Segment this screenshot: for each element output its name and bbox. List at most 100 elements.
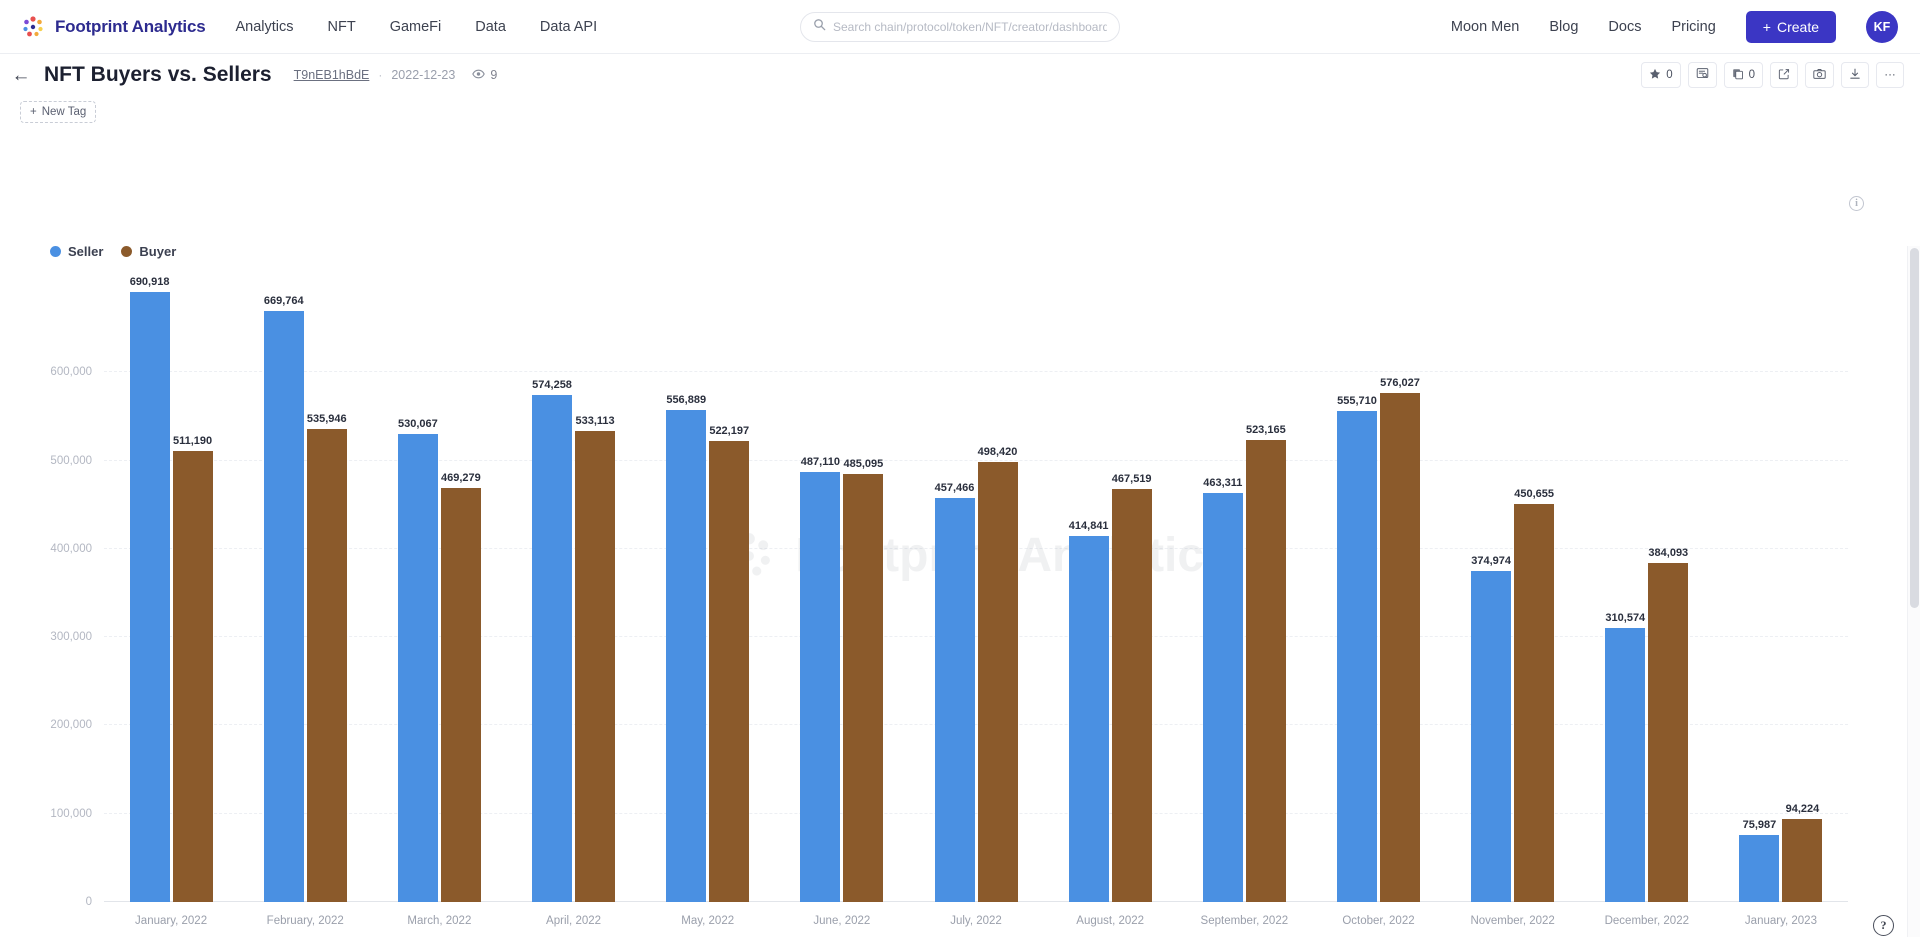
bar-buyer[interactable]: 450,655 (1514, 284, 1555, 902)
bar-rect[interactable]: 467,519 (1111, 473, 1152, 902)
bar-buyer[interactable]: 576,027 (1379, 284, 1420, 902)
bar-seller[interactable]: 487,110 (800, 284, 841, 902)
bar-buyer[interactable]: 498,420 (977, 284, 1018, 902)
nav-link-blog[interactable]: Blog (1549, 19, 1578, 35)
bar-rect[interactable]: 555,710 (1336, 395, 1377, 902)
bar-seller[interactable]: 414,841 (1068, 284, 1109, 902)
nav-link-gamefi[interactable]: GameFi (390, 19, 442, 35)
star-button[interactable]: 0 (1641, 62, 1681, 88)
brand-logo[interactable]: Footprint Analytics (20, 14, 206, 40)
bar-group[interactable]: 414,841 467,519 August, 2022 (1043, 284, 1177, 927)
bar-rect[interactable]: 523,165 (1245, 424, 1286, 902)
info-icon[interactable]: i (1849, 196, 1864, 211)
report-button[interactable] (1687, 62, 1717, 88)
bar-seller[interactable]: 310,574 (1605, 284, 1646, 902)
bar-buyer[interactable]: 511,190 (172, 284, 213, 902)
bar-value-label: 556,889 (666, 394, 707, 407)
nav-link-pricing[interactable]: Pricing (1671, 19, 1715, 35)
back-arrow-icon[interactable]: ← (10, 66, 32, 85)
bar-rect[interactable]: 384,093 (1648, 547, 1689, 902)
y-axis-tick: 300,000 (50, 631, 92, 644)
scroll-thumb[interactable] (1910, 248, 1919, 608)
chart-panel: i Seller Buyer Footprint Analytics 0100,… (0, 134, 1920, 937)
bar-buyer[interactable]: 522,197 (709, 284, 750, 902)
bar-group[interactable]: 457,466 498,420 July, 2022 (909, 284, 1043, 927)
author-link[interactable]: T9nEB1hBdE (294, 68, 370, 82)
bar-rect[interactable]: 535,946 (306, 413, 347, 902)
bar-buyer[interactable]: 469,279 (440, 284, 481, 902)
bar-seller[interactable]: 374,974 (1471, 284, 1512, 902)
avatar[interactable]: KF (1866, 10, 1898, 43)
bar-group[interactable]: 463,311 523,165 September, 2022 (1177, 284, 1311, 927)
bar-group[interactable]: 75,987 94,224 January, 2023 (1714, 284, 1848, 927)
tag-row: + New Tag (0, 96, 1920, 128)
bar-rect[interactable]: 457,466 (934, 482, 975, 902)
help-button[interactable]: ? (1873, 915, 1894, 936)
x-axis-label: March, 2022 (407, 915, 472, 927)
bar-group[interactable]: 310,574 384,093 December, 2022 (1580, 284, 1714, 927)
more-button[interactable]: ··· (1876, 62, 1904, 88)
create-button[interactable]: + Create (1745, 10, 1836, 43)
global-search[interactable] (800, 11, 1120, 42)
bar-rect[interactable]: 485,095 (843, 458, 884, 902)
bar-group[interactable]: 555,710 576,027 October, 2022 (1311, 284, 1445, 927)
bar-rect[interactable]: 530,067 (397, 418, 438, 902)
nav-link-docs[interactable]: Docs (1608, 19, 1641, 35)
bar-rect[interactable]: 556,889 (666, 394, 707, 902)
bar-buyer[interactable]: 533,113 (575, 284, 616, 902)
bar-seller[interactable]: 574,258 (532, 284, 573, 902)
bar-group[interactable]: 574,258 533,113 April, 2022 (506, 284, 640, 927)
bar-seller[interactable]: 690,918 (129, 276, 170, 902)
bar-rect[interactable]: 690,918 (129, 276, 170, 902)
bar-rect[interactable]: 487,110 (800, 456, 841, 902)
bar-buyer[interactable]: 94,224 (1782, 284, 1823, 902)
bar-rect[interactable]: 463,311 (1202, 477, 1243, 902)
nav-link-data[interactable]: Data (475, 19, 506, 35)
bar-rect[interactable]: 450,655 (1514, 488, 1555, 902)
legend-item-seller[interactable]: Seller (50, 244, 103, 259)
bar-rect[interactable]: 669,764 (263, 295, 304, 902)
bar-rect[interactable]: 310,574 (1605, 612, 1646, 902)
download-button[interactable] (1841, 62, 1869, 88)
bar-seller[interactable]: 463,311 (1202, 284, 1243, 902)
bar-rect[interactable]: 498,420 (977, 446, 1018, 902)
bar-seller[interactable]: 457,466 (934, 284, 975, 902)
snapshot-button[interactable] (1805, 62, 1834, 88)
bar-rect[interactable]: 75,987 (1739, 819, 1780, 902)
bar-group[interactable]: 487,110 485,095 June, 2022 (775, 284, 909, 927)
bar-buyer[interactable]: 485,095 (843, 284, 884, 902)
bar-seller[interactable]: 555,710 (1336, 284, 1377, 902)
nav-link-nft[interactable]: NFT (328, 19, 356, 35)
bar-seller[interactable]: 530,067 (397, 284, 438, 902)
bar-group[interactable]: 556,889 522,197 May, 2022 (641, 284, 775, 927)
bar-buyer[interactable]: 535,946 (306, 284, 347, 902)
nav-link-data-api[interactable]: Data API (540, 19, 597, 35)
open-external-button[interactable] (1770, 62, 1798, 88)
page-scrollbar[interactable]: ▲ ▼ (1907, 246, 1920, 937)
bar-buyer[interactable]: 523,165 (1245, 284, 1286, 902)
bar-rect[interactable]: 574,258 (532, 379, 573, 902)
bar-rect[interactable]: 94,224 (1782, 803, 1823, 902)
bar-group[interactable]: 374,974 450,655 November, 2022 (1446, 284, 1580, 927)
bar-rect[interactable]: 511,190 (172, 435, 213, 902)
bar-rect[interactable]: 374,974 (1471, 555, 1512, 902)
bar-rect[interactable]: 469,279 (440, 472, 481, 902)
bar-group[interactable]: 530,067 469,279 March, 2022 (372, 284, 506, 927)
bar-rect[interactable]: 576,027 (1379, 377, 1420, 902)
bar-seller[interactable]: 556,889 (666, 284, 707, 902)
legend-item-buyer[interactable]: Buyer (121, 244, 176, 259)
bar-group[interactable]: 669,764 535,946 February, 2022 (238, 284, 372, 927)
bar-buyer[interactable]: 384,093 (1648, 284, 1689, 902)
bar-group[interactable]: 690,918 511,190 January, 2022 (104, 276, 238, 927)
fork-button[interactable]: 0 (1723, 62, 1763, 88)
nav-link-analytics[interactable]: Analytics (235, 19, 293, 35)
search-input[interactable] (833, 19, 1107, 34)
bar-rect[interactable]: 533,113 (575, 415, 616, 902)
new-tag-button[interactable]: + New Tag (20, 101, 97, 123)
bar-seller[interactable]: 669,764 (263, 284, 304, 902)
bar-buyer[interactable]: 467,519 (1111, 284, 1152, 902)
bar-rect[interactable]: 414,841 (1068, 520, 1109, 902)
nav-link-moon-men[interactable]: Moon Men (1451, 19, 1520, 35)
bar-seller[interactable]: 75,987 (1739, 284, 1780, 902)
bar-rect[interactable]: 522,197 (709, 425, 750, 902)
